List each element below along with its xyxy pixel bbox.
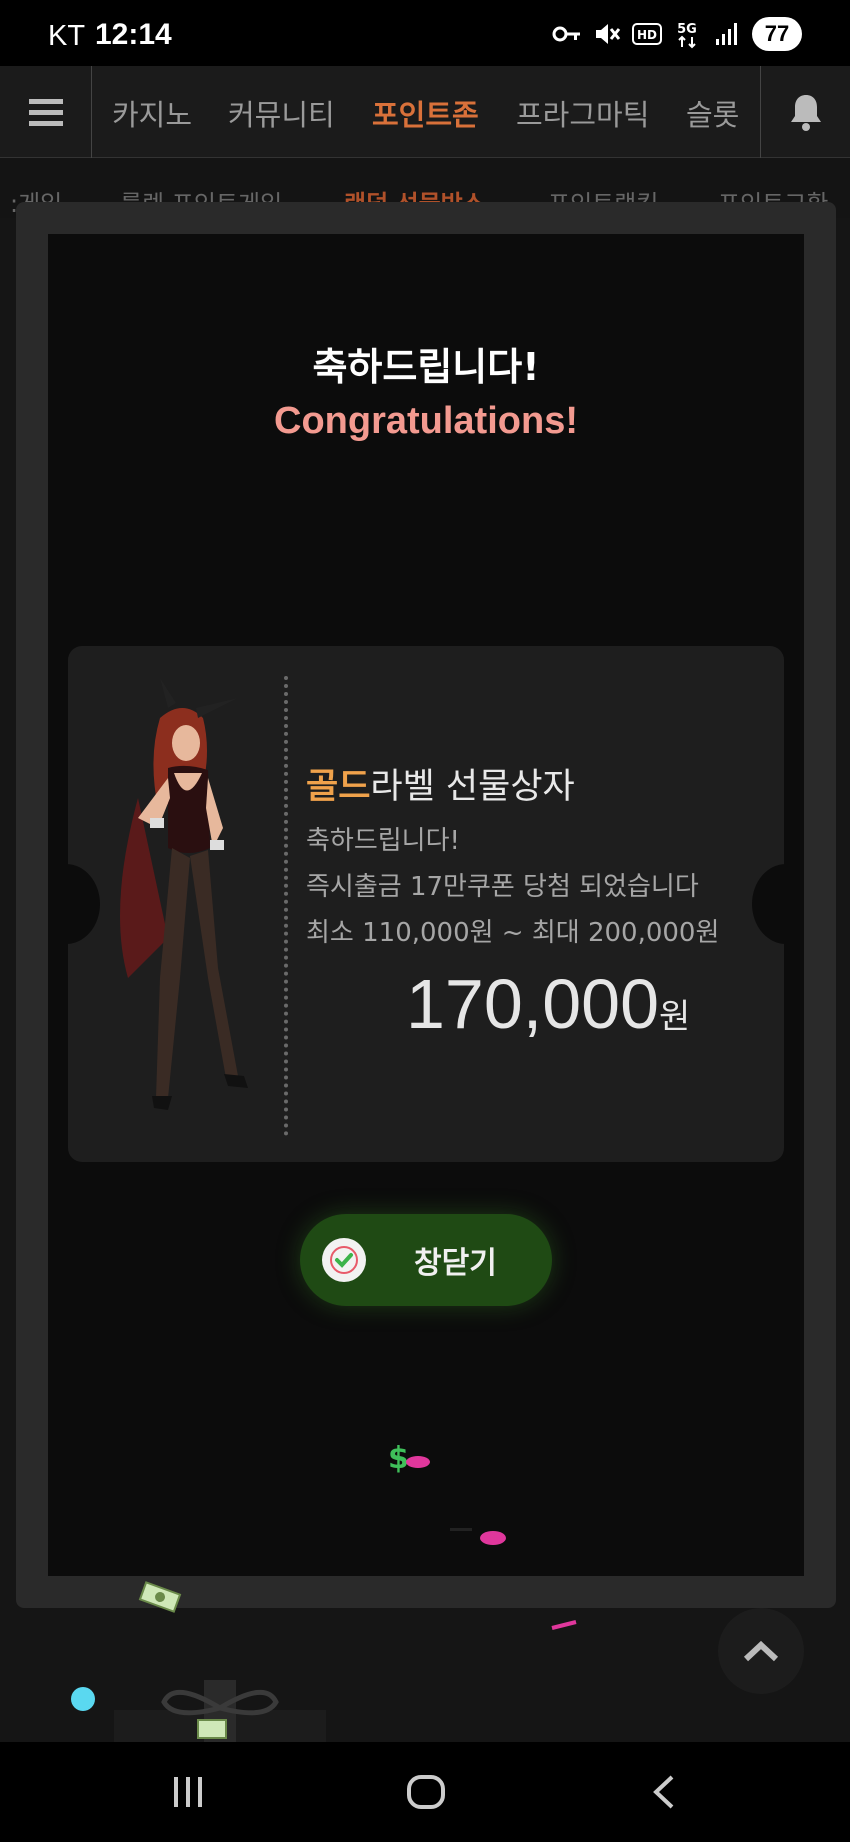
- mute-icon: [592, 19, 622, 49]
- top-nav: 카지노 커뮤니티 포인트존 프라그마틱 슬롯: [0, 66, 850, 158]
- close-button-label: 창닫기: [414, 1246, 497, 1281]
- modal-title-korean: 축하드립니다!: [312, 345, 540, 389]
- dollar-confetti-icon: $: [388, 1441, 430, 1474]
- svg-text:$: $: [388, 1441, 409, 1474]
- prize-amount-value: 170,000: [406, 965, 660, 1043]
- svg-text:HD: HD: [637, 28, 657, 42]
- confetti-piece: [71, 1687, 95, 1711]
- hd-icon: HD: [632, 19, 662, 49]
- confetti-piece: [450, 1528, 472, 1531]
- bell-icon[interactable]: [760, 66, 850, 158]
- signal-icon: [712, 19, 742, 49]
- android-nav-bar: [0, 1742, 850, 1842]
- confetti-piece: [551, 1620, 577, 1630]
- battery-level: 77: [752, 17, 802, 51]
- prize-card: 골드라벨 선물상자 축하드립니다! 즉시출금 17만쿠폰 당첨 되었습니다 최소…: [68, 646, 784, 1162]
- status-time: 12:14: [95, 18, 172, 51]
- prize-range: 최소 110,000원 ~ 최대 200,000원: [306, 918, 720, 948]
- prize-title-accent: 골드: [306, 767, 371, 807]
- character-illustration: [120, 678, 248, 1110]
- nav-casino[interactable]: 카지노: [112, 92, 192, 134]
- prize-title-rest: 라벨 선물상자: [370, 767, 575, 807]
- scroll-to-top-button[interactable]: [718, 1608, 804, 1694]
- chevron-up-icon: [743, 1640, 779, 1662]
- carrier-name: KT: [48, 20, 86, 52]
- key-icon: [552, 19, 582, 49]
- prize-congrats-text: 축하드립니다!: [306, 826, 460, 856]
- home-icon[interactable]: [366, 1742, 486, 1842]
- ticket-divider: [284, 676, 288, 1136]
- back-icon[interactable]: [604, 1742, 724, 1842]
- close-modal-button[interactable]: 창닫기: [300, 1214, 552, 1306]
- confetti-piece: [480, 1531, 506, 1545]
- hamburger-menu-icon[interactable]: [0, 66, 92, 158]
- money-confetti-icon: [138, 1581, 182, 1613]
- modal-title-english: Congratulations!: [274, 400, 578, 442]
- ticket-notch-left: [68, 864, 100, 944]
- ticket-notch-right: [752, 864, 784, 944]
- 5g-icon: 5G: [672, 19, 702, 49]
- recent-apps-icon[interactable]: [128, 1742, 248, 1842]
- prize-amount: 170,000원: [406, 964, 690, 1044]
- svg-text:5G: 5G: [677, 22, 697, 37]
- prize-amount-unit: 원: [659, 997, 691, 1037]
- nav-slot[interactable]: 슬롯: [686, 92, 739, 134]
- prize-title: 골드라벨 선물상자: [306, 758, 575, 809]
- status-bar: KT 12:14 HD 5G 77: [0, 0, 850, 66]
- status-icons: HD 5G 77: [552, 14, 802, 54]
- gift-box-icon: [114, 1680, 326, 1742]
- prize-description: 즉시출금 17만쿠폰 당첨 되었습니다: [306, 872, 699, 902]
- nav-community[interactable]: 커뮤니티: [228, 92, 335, 134]
- check-icon: [322, 1238, 366, 1282]
- nav-point-zone[interactable]: 포인트존: [372, 92, 479, 134]
- nav-pragmatic[interactable]: 프라그마틱: [516, 92, 649, 134]
